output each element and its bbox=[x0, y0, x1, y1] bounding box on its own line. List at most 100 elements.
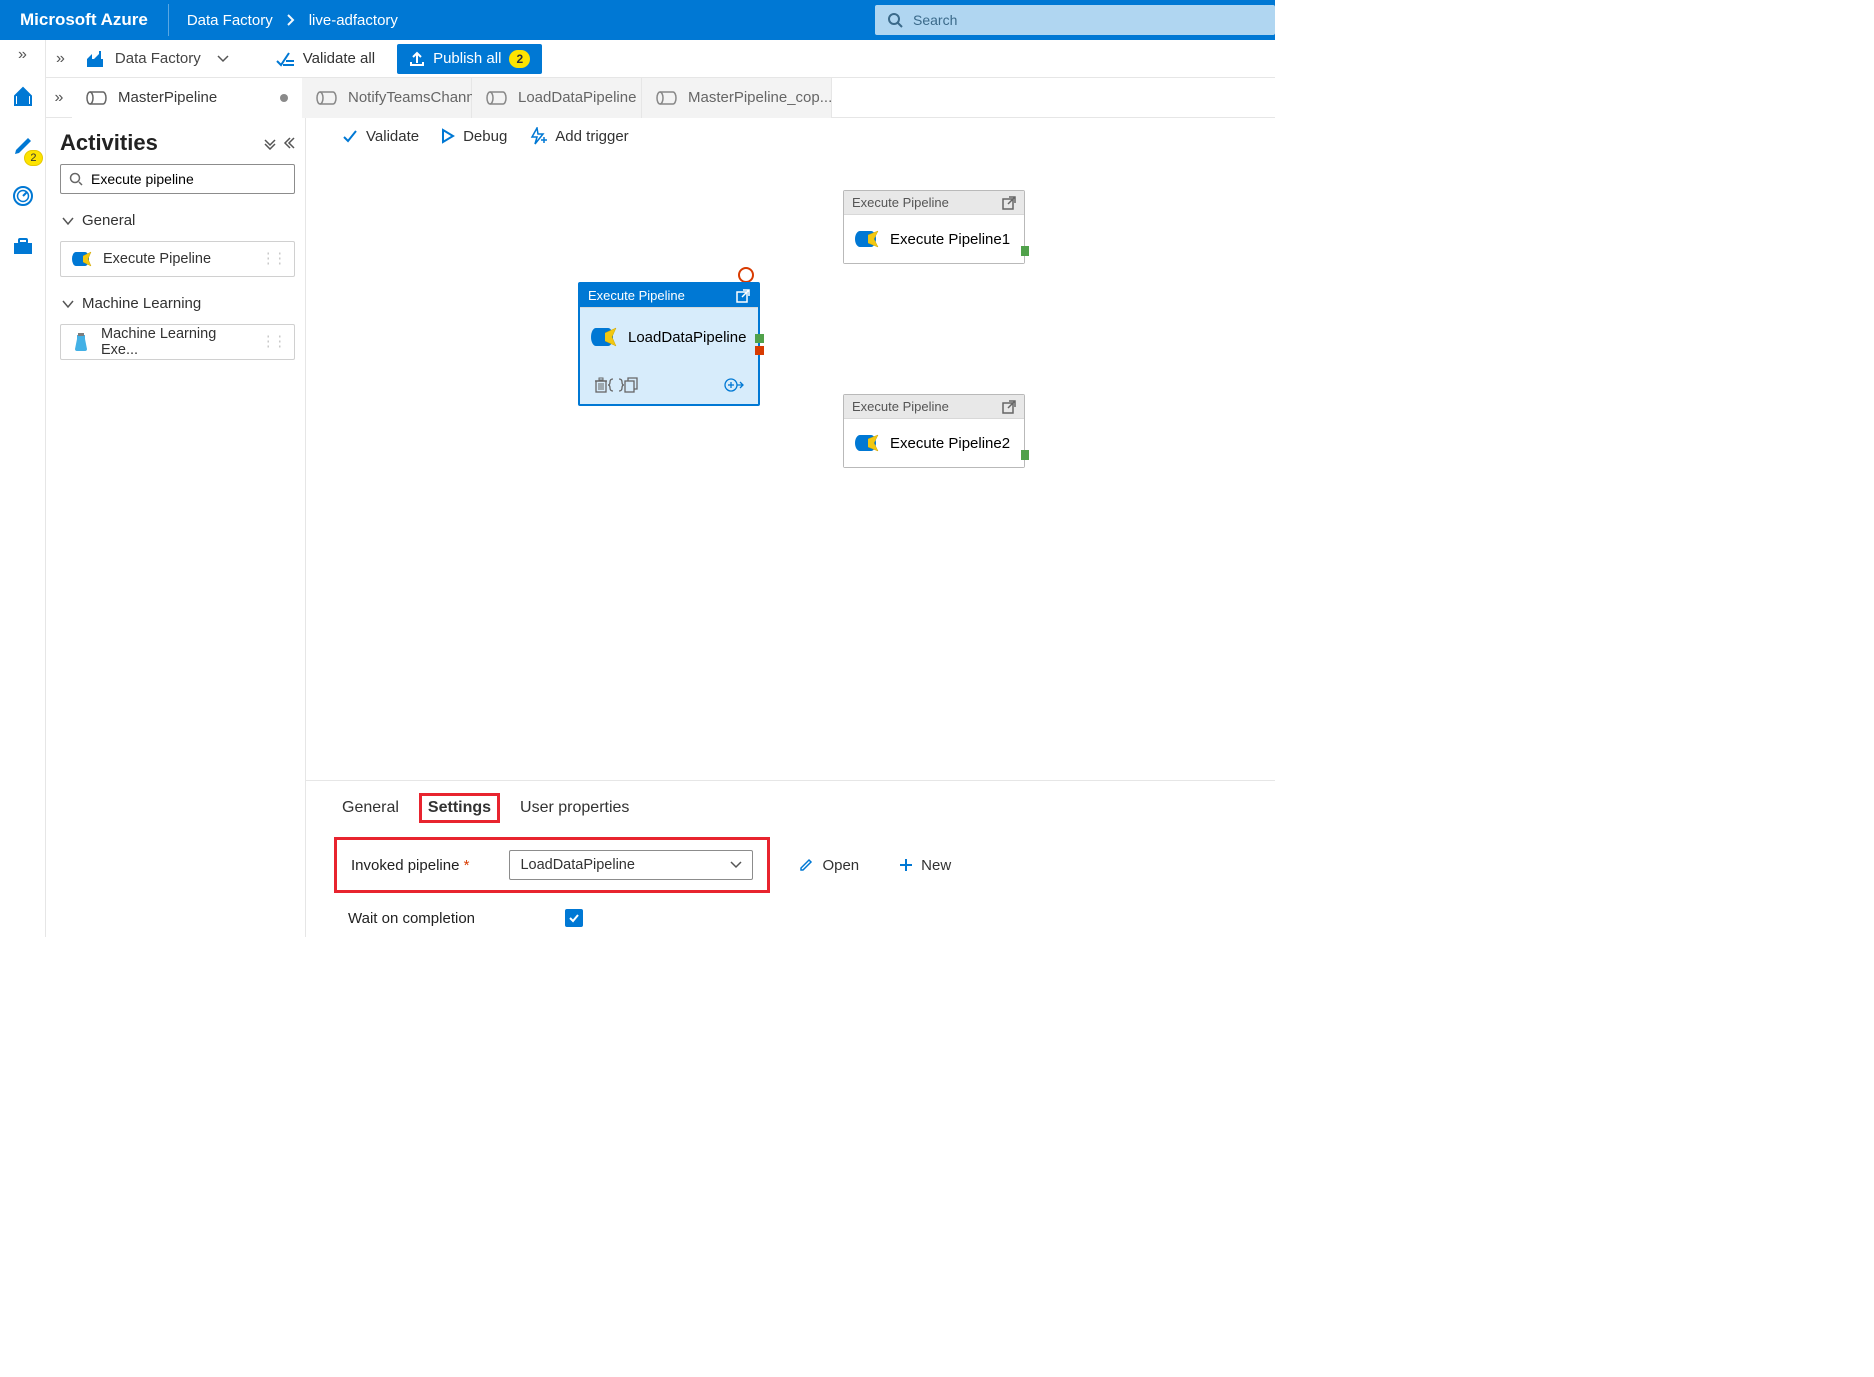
success-port-icon[interactable] bbox=[755, 334, 764, 343]
tab-master-copy[interactable]: MasterPipeline_cop... bbox=[642, 78, 832, 118]
open-pipeline-button[interactable]: Open bbox=[786, 857, 871, 874]
activities-group-ml[interactable]: Machine Learning bbox=[60, 291, 295, 316]
nav-monitor[interactable] bbox=[5, 178, 41, 214]
open-external-icon[interactable] bbox=[1002, 196, 1016, 210]
publish-all-label: Publish all bbox=[433, 50, 501, 67]
group-label: General bbox=[82, 212, 135, 229]
properties-tab-general[interactable]: General bbox=[342, 793, 399, 823]
nav-rail: » 2 bbox=[0, 40, 46, 937]
chevron-down-icon bbox=[62, 299, 74, 309]
failure-port-icon[interactable] bbox=[755, 346, 764, 355]
open-label: Open bbox=[822, 857, 859, 874]
tab-load-data[interactable]: LoadDataPipeline bbox=[472, 78, 642, 118]
activities-panel: Activities General bbox=[46, 118, 306, 937]
collapse-down-icon[interactable] bbox=[263, 136, 277, 150]
command-bar: » Data Factory Validate all Publish all … bbox=[46, 40, 1275, 78]
activity-item-label: Machine Learning Exe... bbox=[101, 326, 251, 358]
properties-tab-settings[interactable]: Settings bbox=[419, 793, 500, 823]
open-external-icon[interactable] bbox=[736, 289, 750, 303]
chevron-down-icon bbox=[730, 861, 742, 869]
execute-pipeline-icon bbox=[590, 326, 618, 348]
success-port-icon[interactable] bbox=[1021, 450, 1029, 460]
wait-on-completion-checkbox[interactable] bbox=[565, 909, 583, 927]
validation-marker-icon bbox=[738, 267, 754, 283]
validate-label: Validate bbox=[366, 128, 419, 145]
plus-icon bbox=[899, 858, 913, 872]
nav-author[interactable]: 2 bbox=[5, 128, 41, 164]
canvas-node-selected[interactable]: Execute Pipeline LoadDataPipeline bbox=[578, 282, 760, 406]
execute-pipeline-icon bbox=[854, 229, 880, 249]
home-icon bbox=[11, 84, 35, 108]
drag-grip-icon: ⋮⋮ bbox=[261, 251, 284, 267]
add-output-icon[interactable] bbox=[724, 377, 744, 393]
collapse-left-icon[interactable] bbox=[281, 136, 295, 150]
validate-all-button[interactable]: Validate all bbox=[265, 44, 385, 74]
canvas-node-exec2[interactable]: Execute Pipeline Execute Pipeline2 bbox=[843, 394, 1025, 468]
check-icon bbox=[342, 129, 358, 143]
canvas-toolbar: Validate Debug Add trigger bbox=[306, 118, 1275, 154]
node-name-label: Execute Pipeline1 bbox=[890, 231, 1010, 248]
nav-manage[interactable] bbox=[5, 228, 41, 264]
node-type-label: Execute Pipeline bbox=[852, 399, 949, 414]
code-braces-icon[interactable] bbox=[608, 378, 624, 392]
tree-expand-button[interactable]: » bbox=[46, 89, 72, 107]
drag-grip-icon: ⋮⋮ bbox=[261, 334, 284, 350]
breadcrumb-service[interactable]: Data Factory bbox=[187, 12, 273, 29]
properties-tabs: General Settings User properties bbox=[306, 789, 1275, 827]
invoked-pipeline-select[interactable]: LoadDataPipeline bbox=[509, 850, 753, 880]
activities-search-input[interactable] bbox=[91, 171, 286, 187]
execute-pipeline-icon bbox=[854, 433, 880, 453]
add-trigger-label: Add trigger bbox=[555, 128, 628, 145]
delete-icon[interactable] bbox=[594, 377, 608, 393]
author-badge: 2 bbox=[24, 150, 42, 166]
new-label: New bbox=[921, 857, 951, 874]
properties-tab-userprops[interactable]: User properties bbox=[520, 793, 629, 823]
edit-icon bbox=[798, 857, 814, 873]
global-search-input[interactable] bbox=[913, 12, 1263, 28]
open-external-icon[interactable] bbox=[1002, 400, 1016, 414]
pipeline-icon bbox=[86, 90, 110, 106]
brand-label[interactable]: Microsoft Azure bbox=[0, 4, 169, 36]
required-asterisk: * bbox=[464, 857, 470, 874]
global-search[interactable] bbox=[875, 5, 1275, 35]
success-port-icon[interactable] bbox=[1021, 246, 1029, 256]
publish-all-button[interactable]: Publish all 2 bbox=[397, 44, 542, 74]
activities-search[interactable] bbox=[60, 164, 295, 194]
tab-label: MasterPipeline_cop... bbox=[688, 89, 832, 106]
tab-notify-teams[interactable]: NotifyTeamsChann... bbox=[302, 78, 472, 118]
debug-button[interactable]: Debug bbox=[441, 128, 507, 145]
pipeline-canvas[interactable]: Execute Pipeline LoadDataPipeline bbox=[306, 154, 1275, 780]
activities-title: Activities bbox=[60, 130, 158, 156]
execute-pipeline-icon bbox=[71, 250, 93, 268]
activity-item-ml-execute[interactable]: Machine Learning Exe... ⋮⋮ bbox=[60, 324, 295, 360]
invoked-pipeline-value: LoadDataPipeline bbox=[520, 857, 634, 873]
add-trigger-button[interactable]: Add trigger bbox=[529, 127, 628, 145]
debug-label: Debug bbox=[463, 128, 507, 145]
activities-group-general[interactable]: General bbox=[60, 208, 295, 233]
breadcrumb: Data Factory live-adfactory bbox=[169, 12, 398, 29]
tab-label: NotifyTeamsChann... bbox=[348, 89, 487, 106]
trigger-icon bbox=[529, 127, 547, 145]
tab-label: LoadDataPipeline bbox=[518, 89, 636, 106]
publish-icon bbox=[409, 51, 425, 67]
new-pipeline-button[interactable]: New bbox=[887, 857, 963, 874]
wait-on-completion-label: Wait on completion bbox=[348, 910, 475, 927]
validate-button[interactable]: Validate bbox=[342, 128, 419, 145]
publish-count-badge: 2 bbox=[509, 50, 530, 68]
canvas-node-exec1[interactable]: Execute Pipeline Execute Pipeline1 bbox=[843, 190, 1025, 264]
service-picker[interactable]: Data Factory bbox=[83, 49, 235, 69]
breadcrumb-resource[interactable]: live-adfactory bbox=[309, 12, 398, 29]
rail-expand-button[interactable]: » bbox=[18, 46, 27, 64]
activity-item-label: Execute Pipeline bbox=[103, 251, 211, 267]
tab-master-pipeline[interactable]: MasterPipeline bbox=[72, 78, 302, 118]
pipeline-icon bbox=[486, 90, 510, 106]
nav-home[interactable] bbox=[5, 78, 41, 114]
ml-icon bbox=[71, 332, 91, 352]
panel-expand-button[interactable]: » bbox=[50, 50, 71, 68]
play-icon bbox=[441, 128, 455, 144]
invoked-pipeline-label: Invoked pipeline bbox=[351, 857, 459, 874]
activity-item-execute-pipeline[interactable]: Execute Pipeline ⋮⋮ bbox=[60, 241, 295, 277]
invoked-pipeline-row: Invoked pipeline * LoadDataPipeline bbox=[334, 837, 770, 893]
copy-icon[interactable] bbox=[624, 377, 638, 393]
top-bar: Microsoft Azure Data Factory live-adfact… bbox=[0, 0, 1275, 40]
